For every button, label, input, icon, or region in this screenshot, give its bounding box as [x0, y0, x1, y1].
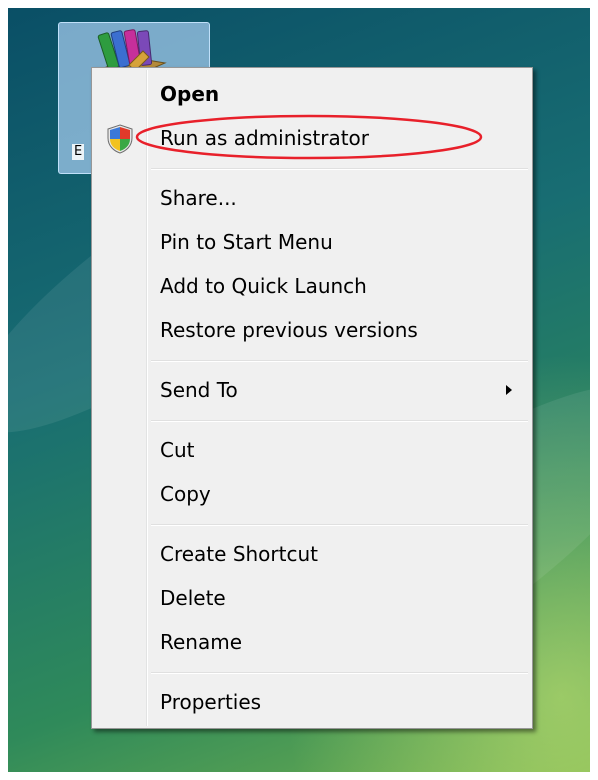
menu-item-delete[interactable]: Delete	[94, 578, 530, 618]
menu-item-restore-previous-versions[interactable]: Restore previous versions	[94, 310, 530, 350]
menu-item-properties[interactable]: Properties	[94, 682, 530, 722]
menu-item-label: Properties	[160, 690, 262, 714]
menu-separator	[151, 420, 528, 422]
menu-item-create-shortcut[interactable]: Create Shortcut	[94, 534, 530, 574]
menu-item-rename[interactable]: Rename	[94, 622, 530, 662]
menu-item-label: Cut	[160, 438, 195, 462]
menu-item-label: Send To	[160, 378, 238, 402]
menu-item-label: Restore previous versions	[160, 318, 418, 342]
menu-item-add-to-quick-launch[interactable]: Add to Quick Launch	[94, 266, 530, 306]
uac-shield-icon	[107, 124, 133, 154]
menu-item-copy[interactable]: Copy	[94, 474, 530, 514]
menu-item-open[interactable]: Open	[94, 74, 530, 114]
menu-item-share[interactable]: Share...	[94, 178, 530, 218]
menu-separator	[151, 360, 528, 362]
menu-item-label: Open	[160, 82, 220, 106]
menu-separator	[151, 524, 528, 526]
menu-item-label: Share...	[160, 186, 237, 210]
menu-item-pin-to-start-menu[interactable]: Pin to Start Menu	[94, 222, 530, 262]
menu-separator	[151, 672, 528, 674]
desktop-icon-label: E	[72, 144, 85, 160]
menu-item-label: Delete	[160, 586, 226, 610]
menu-item-label: Copy	[160, 482, 211, 506]
menu-item-run-as-administrator[interactable]: Run as administrator	[94, 118, 530, 158]
menu-item-label: Pin to Start Menu	[160, 230, 333, 254]
menu-item-label: Rename	[160, 630, 243, 654]
menu-item-label: Add to Quick Launch	[160, 274, 367, 298]
menu-item-label: Run as administrator	[160, 126, 370, 150]
menu-item-cut[interactable]: Cut	[94, 430, 530, 470]
context-menu: Open Run as administrator Share... Pin t…	[91, 67, 533, 729]
menu-separator	[151, 168, 528, 170]
menu-item-label: Create Shortcut	[160, 542, 318, 566]
submenu-arrow-icon	[506, 385, 512, 395]
menu-item-send-to[interactable]: Send To	[94, 370, 530, 410]
